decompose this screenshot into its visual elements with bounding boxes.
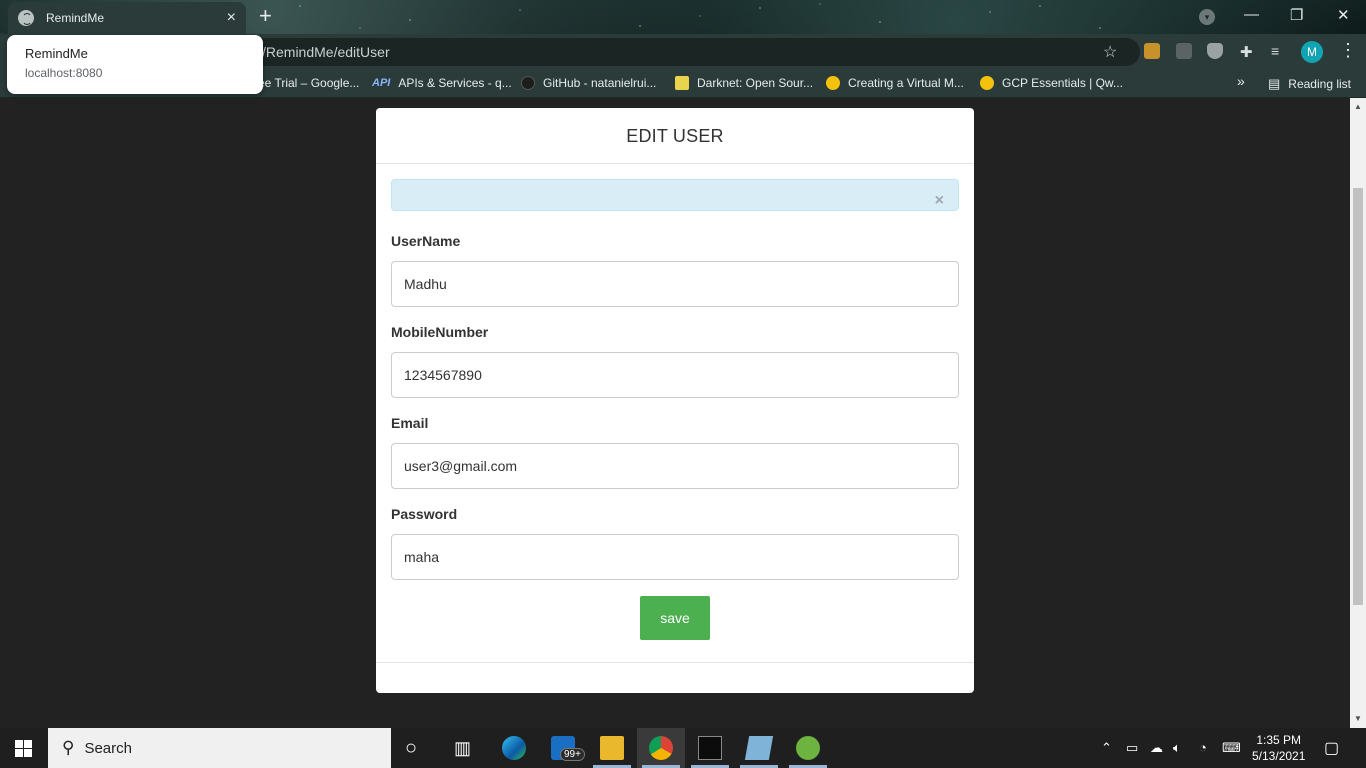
save-button[interactable]: save [640, 596, 710, 640]
tray-expand-icon[interactable]: ⌃ [1101, 740, 1112, 756]
notepad-icon[interactable] [744, 736, 774, 760]
modal-header: EDIT USER [376, 108, 974, 164]
extension-chart-icon[interactable] [1176, 43, 1192, 59]
qwiklabs-icon [826, 76, 840, 90]
bookmark-label: APIs & Services - q... [398, 76, 512, 90]
windows-start-icon[interactable] [15, 740, 32, 757]
windows-taskbar: ⚲ Search ○ ▥ 99+ ⌃ ▭ ☁ 🔈︎ ◔ ⌨ 1:35 PM 5/… [0, 728, 1366, 768]
tab-title: RemindMe [46, 11, 105, 25]
extension-shield-icon[interactable] [1207, 43, 1223, 59]
bookmark-item[interactable]: GCP Essentials | Qw... [980, 76, 1123, 90]
scrollbar-thumb[interactable] [1353, 188, 1363, 605]
username-label: UserName [391, 233, 461, 249]
restore-button[interactable]: ❐ [1290, 6, 1303, 24]
spring-tools-icon[interactable] [796, 736, 820, 760]
email-group: Email [391, 415, 959, 489]
page-scrollbar[interactable]: ▲ ▼ [1350, 98, 1366, 728]
new-tab-button[interactable]: + [259, 5, 272, 27]
clock-time: 1:35 PM [1256, 733, 1302, 747]
system-clock[interactable]: 1:35 PM 5/13/2021 [1252, 732, 1305, 764]
bookmark-item[interactable]: ee Trial – Google... [258, 76, 359, 90]
network-off-icon[interactable]: ☁ [1150, 740, 1163, 756]
button-row: save [391, 596, 959, 640]
bookmark-label: GCP Essentials | Qw... [1002, 76, 1123, 90]
password-label: Password [391, 506, 458, 522]
alert-close-icon[interactable]: × [935, 193, 944, 209]
password-group: Password [391, 506, 959, 580]
mail-badge: 99+ [560, 748, 585, 761]
email-input[interactable] [391, 443, 959, 489]
media-control-icon[interactable]: ≡ [1271, 43, 1287, 59]
api-icon: API [372, 77, 391, 89]
bookmark-item[interactable]: Darknet: Open Sour... [675, 76, 813, 90]
extension-fox-icon[interactable] [1144, 43, 1160, 59]
taskbar-search-label: Search [84, 739, 132, 757]
address-url: /RemindMe/editUser [262, 44, 390, 60]
bookmarks-overflow-button[interactable]: » [1237, 73, 1245, 89]
cortana-icon[interactable]: ○ [405, 736, 429, 760]
reading-list-icon: ▤ [1268, 76, 1281, 91]
darknet-icon [675, 76, 689, 90]
task-view-icon[interactable]: ▥ [454, 736, 478, 760]
modal-title: EDIT USER [626, 126, 724, 146]
bookmark-label: Darknet: Open Sour... [697, 76, 814, 90]
github-icon [521, 76, 535, 90]
tab-search-icon[interactable]: ▾ [1199, 9, 1215, 25]
edge-icon[interactable] [502, 736, 526, 760]
scroll-up-icon[interactable]: ▲ [1354, 102, 1362, 111]
reading-list-button[interactable]: ▤ Reading list [1268, 76, 1351, 92]
profile-avatar[interactable]: M [1301, 41, 1323, 63]
keyboard-icon[interactable]: ⌨ [1222, 740, 1241, 756]
qwiklabs-icon [980, 76, 994, 90]
bookmark-label: Creating a Virtual M... [848, 76, 964, 90]
globe-icon [18, 10, 34, 26]
hover-card-host: localhost:8080 [25, 66, 103, 80]
bookmark-label: ee Trial – Google... [258, 76, 360, 90]
browser-menu-icon[interactable]: ⋮ [1339, 40, 1357, 61]
battery-icon[interactable]: ▭ [1126, 740, 1138, 756]
taskbar-search-box[interactable]: ⚲ Search [48, 728, 391, 768]
browser-tab[interactable]: RemindMe × [8, 2, 246, 34]
address-bar[interactable]: /RemindMe/editUser [110, 38, 1140, 66]
edit-user-modal: EDIT USER × UserName MobileNumber Email … [376, 108, 974, 693]
wifi-icon[interactable]: ◔ [1199, 740, 1207, 755]
file-explorer-icon[interactable] [600, 736, 624, 760]
email-label: Email [391, 415, 429, 431]
browser-title-bar: RemindMe × + ▾ — ❐ ✕ [0, 0, 1366, 34]
bookmark-item[interactable]: API APIs & Services - q... [372, 76, 512, 90]
search-icon: ⚲ [62, 738, 75, 757]
scroll-down-icon[interactable]: ▼ [1354, 714, 1362, 723]
notifications-icon[interactable]: ▢ [1324, 738, 1339, 758]
info-alert: × [391, 179, 959, 211]
clock-date: 5/13/2021 [1252, 749, 1306, 763]
bookmark-label: GitHub - natanielrui... [543, 76, 657, 90]
bookmark-item[interactable]: Creating a Virtual M... [826, 76, 964, 90]
minimize-button[interactable]: — [1244, 6, 1259, 23]
terminal-icon[interactable] [698, 736, 722, 760]
mobile-input[interactable] [391, 352, 959, 398]
hover-card-title: RemindMe [25, 46, 88, 61]
bookmark-item[interactable]: GitHub - natanielrui... [521, 76, 656, 90]
reading-list-label: Reading list [1288, 77, 1351, 91]
volume-icon[interactable]: 🔈︎ [1173, 740, 1181, 756]
modal-footer [376, 662, 974, 663]
password-input[interactable] [391, 534, 959, 580]
close-window-button[interactable]: ✕ [1337, 6, 1350, 24]
chrome-icon[interactable] [649, 736, 673, 760]
username-group: UserName [391, 233, 959, 307]
mobile-label: MobileNumber [391, 324, 489, 340]
mobile-group: MobileNumber [391, 324, 959, 398]
modal-body: × UserName MobileNumber Email Password s… [376, 164, 974, 640]
tab-close-icon[interactable]: × [227, 9, 236, 27]
username-input[interactable] [391, 261, 959, 307]
bookmark-star-icon[interactable]: ☆ [1103, 42, 1117, 62]
tab-hover-card: RemindMe localhost:8080 [7, 35, 263, 94]
extensions-puzzle-icon[interactable]: ✚ [1240, 43, 1256, 61]
